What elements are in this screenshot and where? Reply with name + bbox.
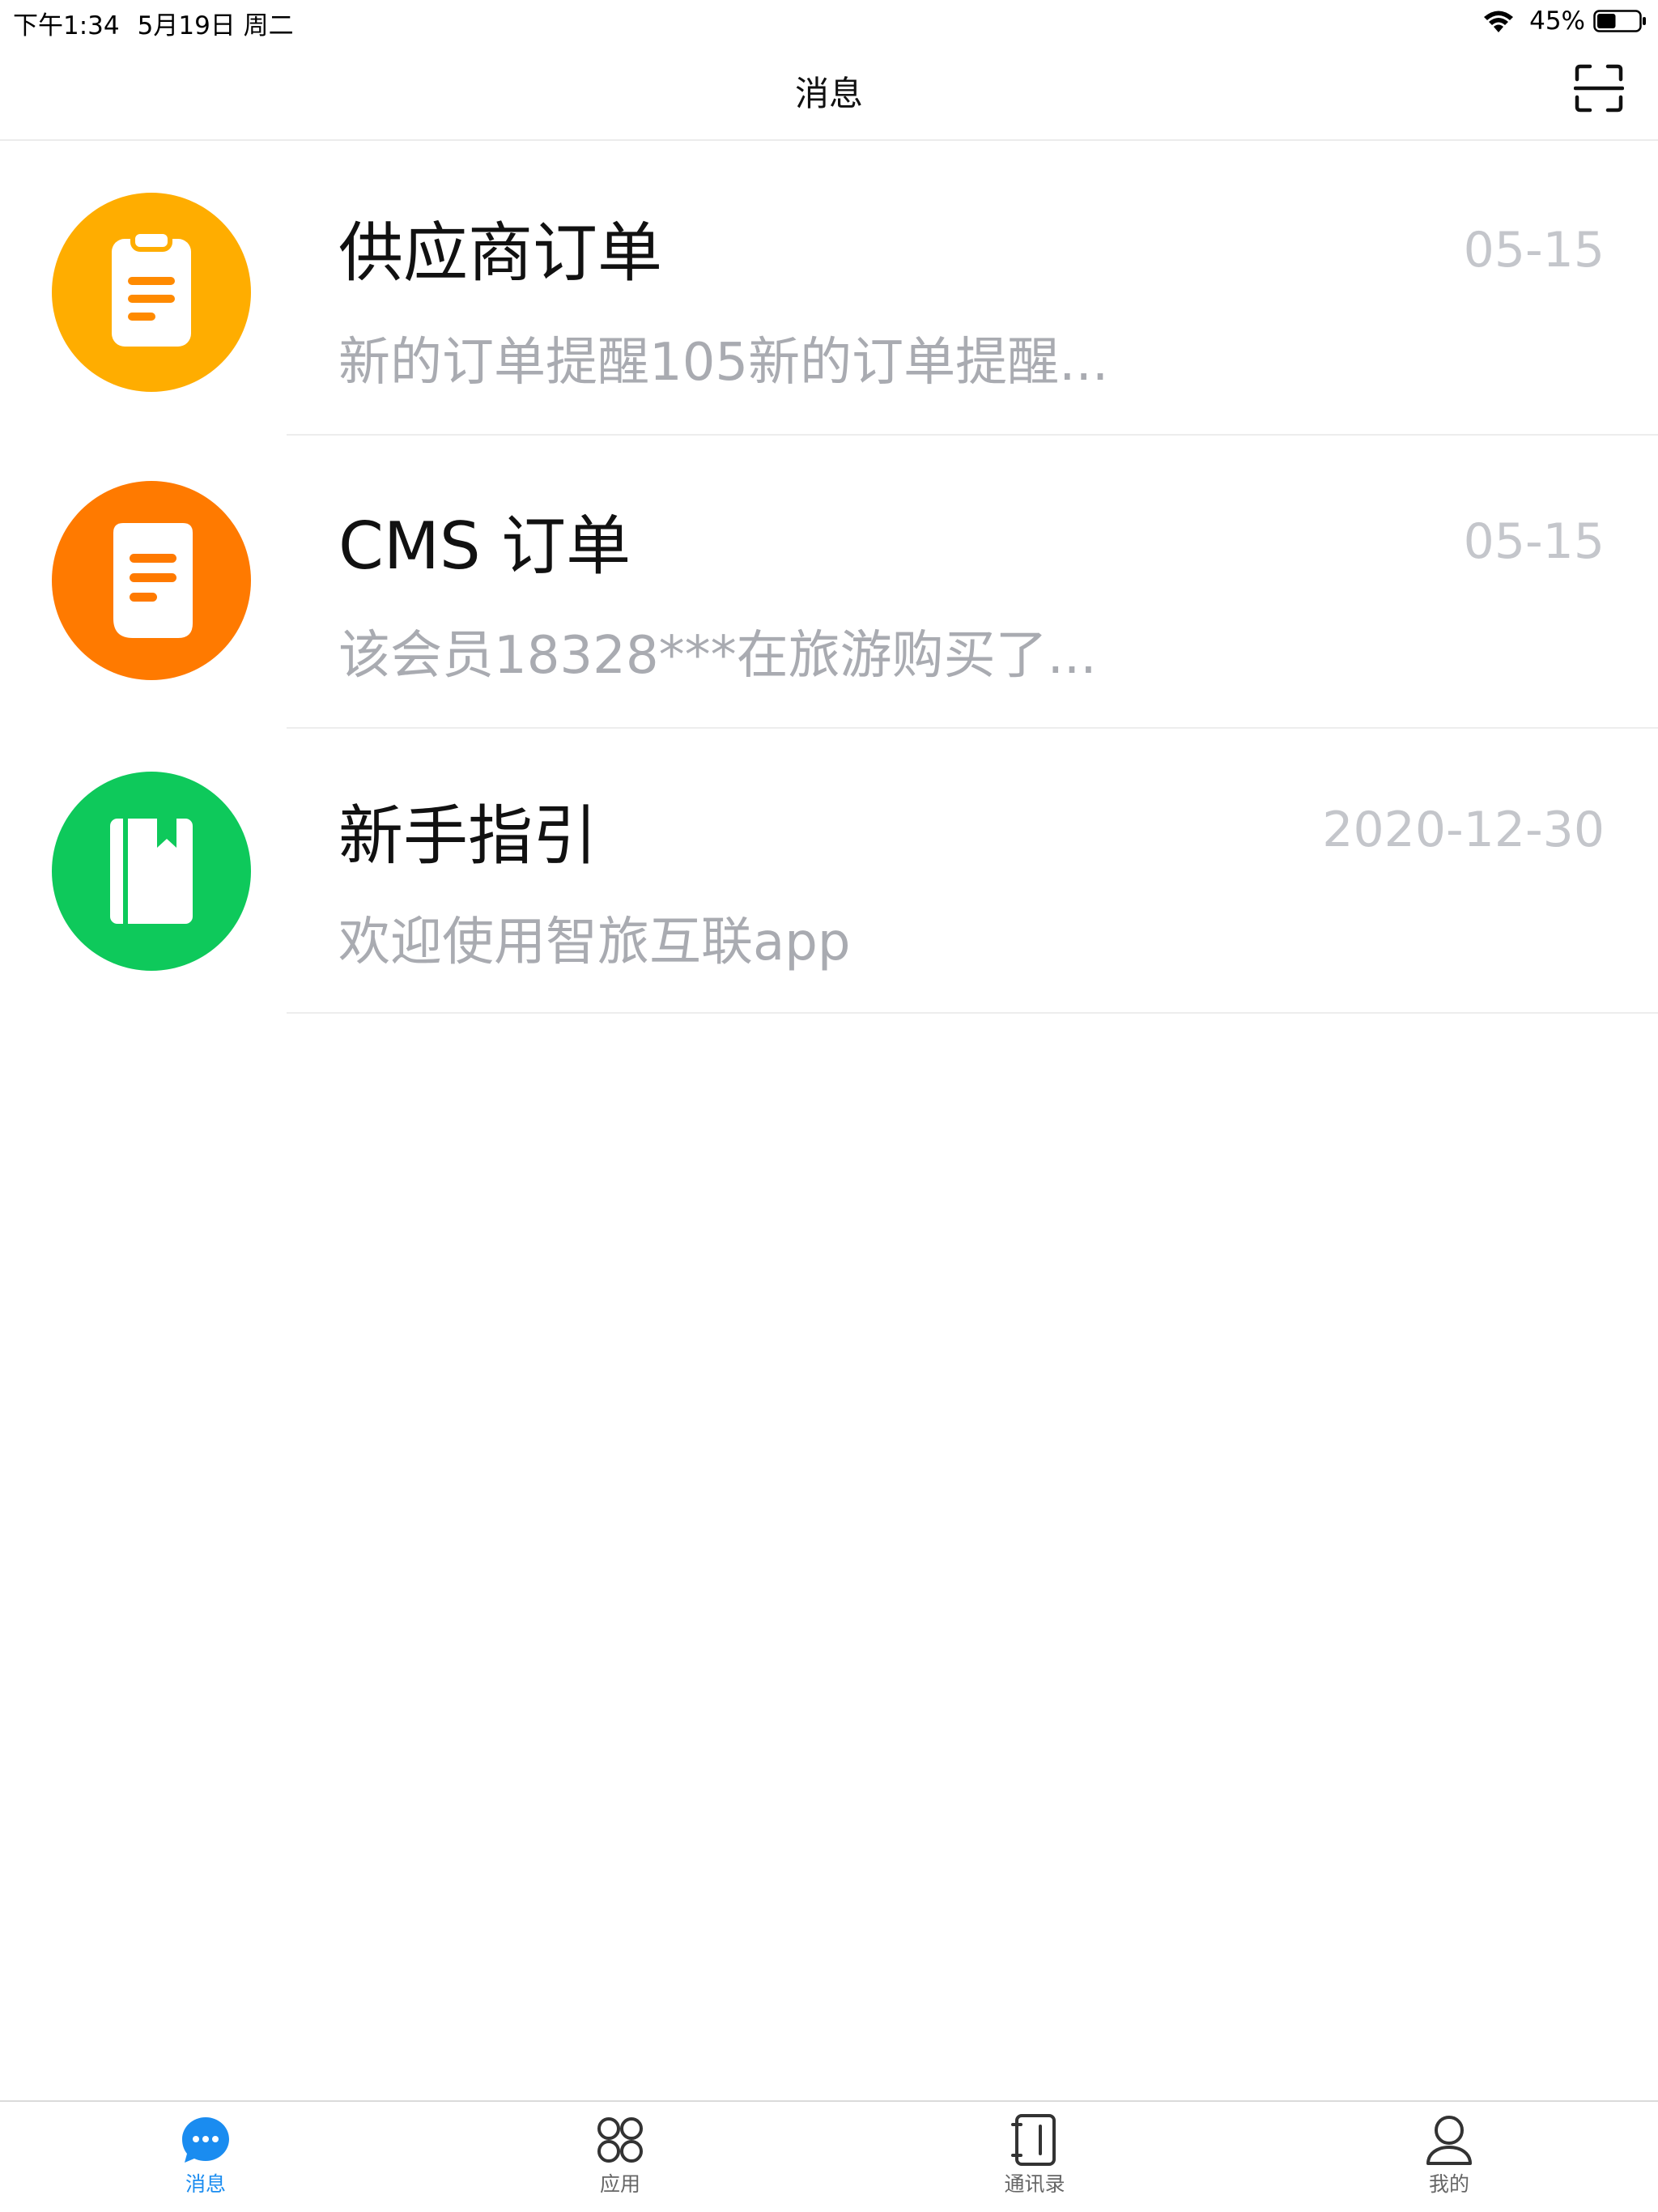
apps-grid-icon — [597, 2117, 643, 2163]
tab-label: 消息 — [185, 2172, 226, 2196]
tab-apps[interactable]: 应用 — [539, 2113, 701, 2197]
scan-icon[interactable] — [1574, 63, 1624, 113]
list-divider — [287, 1012, 1658, 1014]
message-title: 新手指引 — [338, 798, 597, 874]
message-item-supplier-orders[interactable]: 供应商订单 05-15 新的订单提醒105新的订单提醒... — [0, 141, 1658, 436]
message-preview: 新的订单提醒105新的订单提醒... — [338, 333, 1109, 393]
message-date: 2020-12-30 — [1322, 802, 1605, 858]
message-title: 供应商订单 — [338, 215, 662, 291]
battery-percentage: 45% — [1529, 6, 1585, 36]
message-item-beginner-guide[interactable]: 新手指引 2020-12-30 欢迎使用智旅互联app — [0, 729, 1658, 1014]
status-indicators: 45% — [1482, 5, 1647, 37]
message-item-cms-orders[interactable]: CMS 订单 05-15 该会员18328***在旅游购买了... — [0, 436, 1658, 729]
status-date: 5月19日 周二 — [137, 11, 294, 40]
person-icon — [1426, 2115, 1472, 2165]
book-icon — [52, 772, 251, 971]
status-time: 下午1:34 — [13, 11, 120, 40]
message-avatar — [52, 772, 251, 971]
status-bar: 下午1:34 5月19日 周二 45% — [0, 0, 1658, 42]
contacts-book-icon — [1011, 2114, 1056, 2166]
wifi-icon — [1484, 11, 1514, 32]
navigation-bar: 消息 — [0, 42, 1658, 141]
status-time-date: 下午1:34 5月19日 周二 — [13, 5, 312, 41]
bottom-tab-bar: 消息 应用 通讯录 我的 — [0, 2100, 1658, 2212]
message-preview: 欢迎使用智旅互联app — [338, 912, 851, 972]
message-list: 供应商订单 05-15 新的订单提醒105新的订单提醒... CMS 订单 05… — [0, 141, 1658, 1014]
tab-label: 通讯录 — [1004, 2172, 1065, 2196]
message-avatar — [52, 481, 251, 680]
battery-icon — [1593, 10, 1646, 32]
message-preview: 该会员18328***在旅游购买了... — [338, 626, 1097, 686]
page-title: 消息 — [794, 74, 863, 113]
document-icon — [52, 481, 251, 680]
battery-fill — [1597, 14, 1616, 28]
message-avatar — [52, 193, 251, 392]
tab-messages[interactable]: 消息 — [125, 2113, 287, 2197]
clipboard-icon — [52, 193, 251, 392]
tab-mine[interactable]: 我的 — [1368, 2113, 1530, 2197]
chat-bubble-icon — [182, 2117, 229, 2163]
message-title: CMS 订单 — [338, 508, 631, 584]
messages-screen: 下午1:34 5月19日 周二 45% 消息 供应商订单 05-15 新的订单提… — [0, 0, 1658, 2212]
tab-contacts[interactable]: 通讯录 — [954, 2113, 1116, 2197]
tab-label: 应用 — [599, 2172, 640, 2196]
tab-label: 我的 — [1428, 2172, 1469, 2196]
message-date: 05-15 — [1463, 513, 1605, 570]
message-date: 05-15 — [1463, 222, 1605, 279]
